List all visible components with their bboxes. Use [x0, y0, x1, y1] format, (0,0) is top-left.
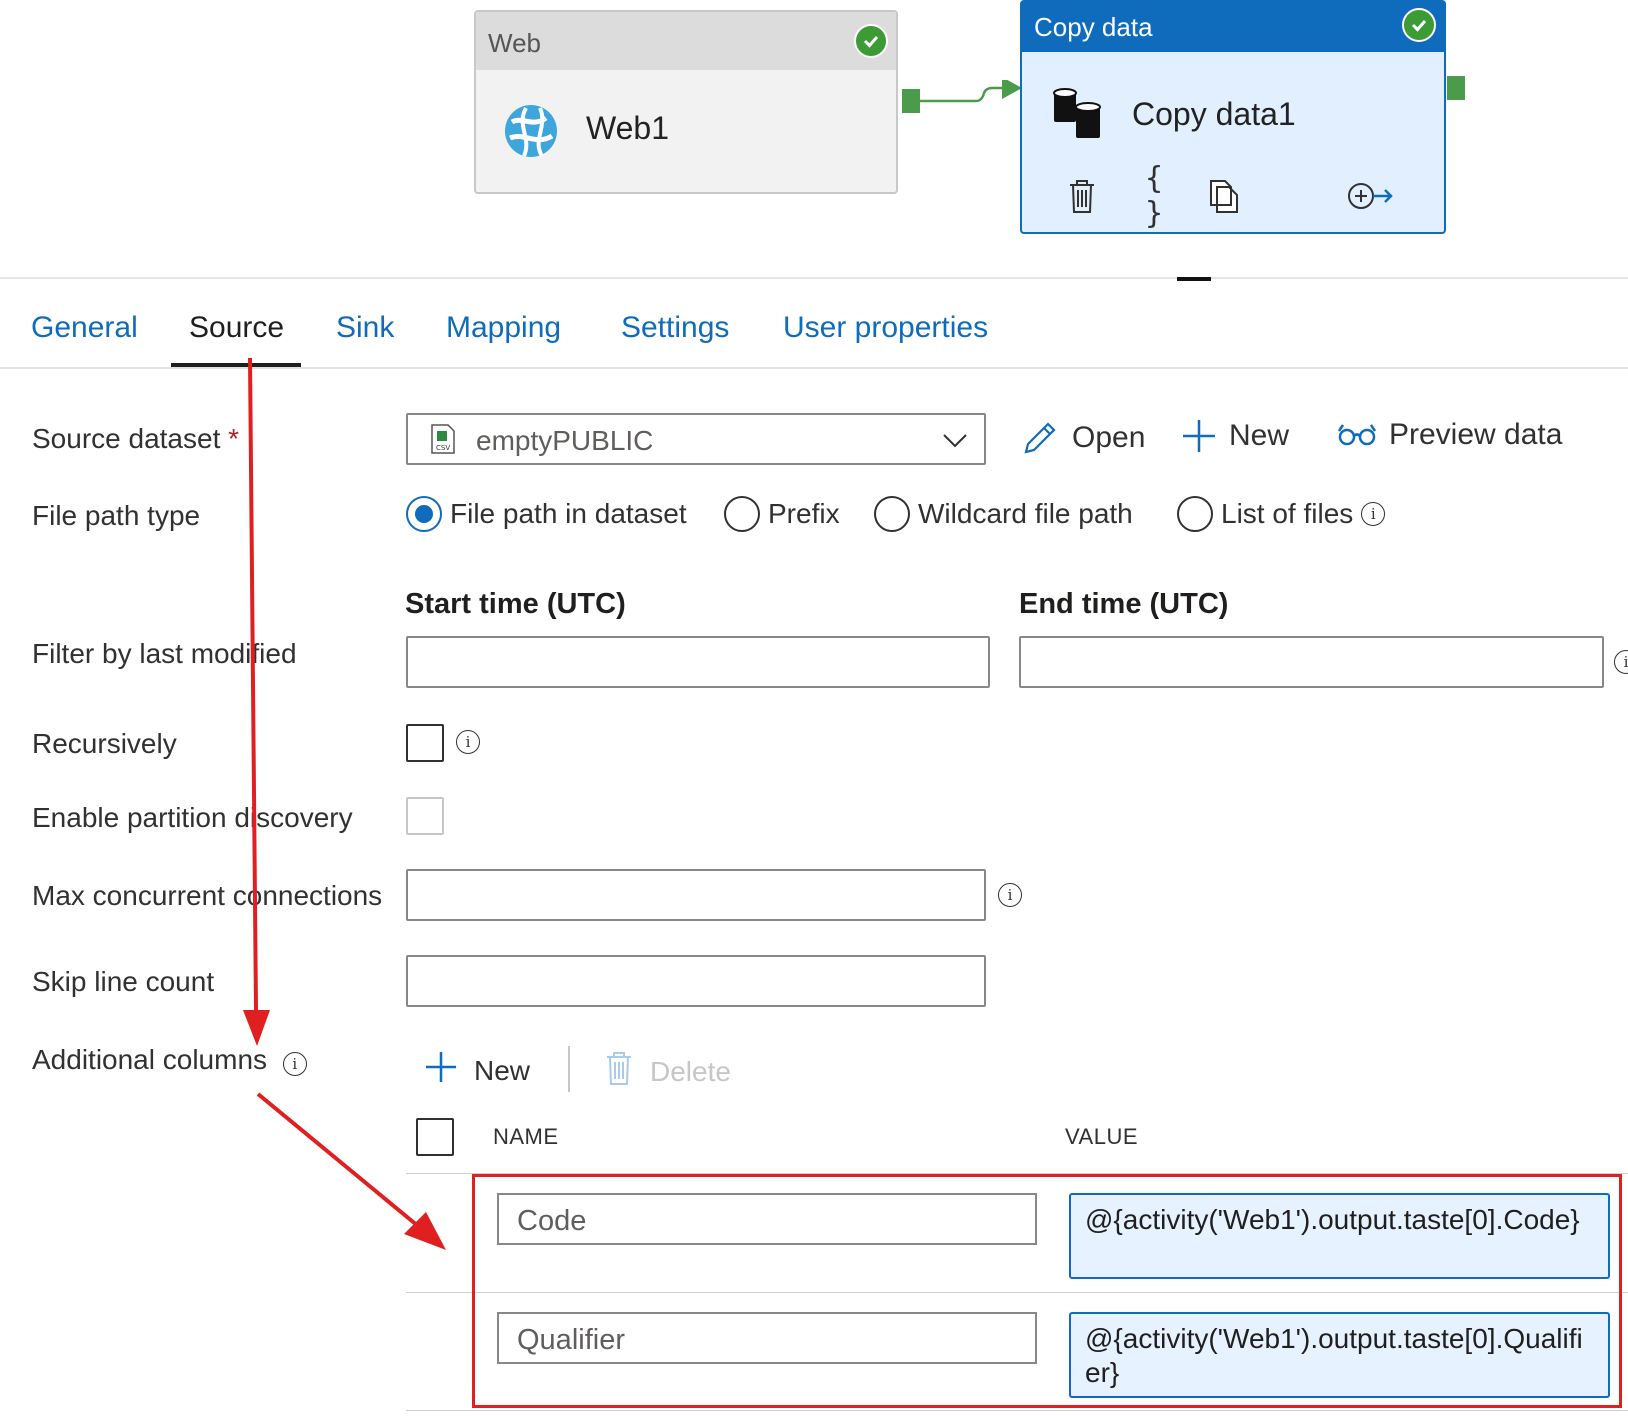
tab-source[interactable]: Source	[189, 311, 284, 345]
skip-line-count-input[interactable]	[406, 955, 986, 1007]
success-check-icon	[1402, 8, 1436, 42]
copy-activity-type-label: Copy data	[1022, 2, 1444, 52]
radio-indicator	[724, 496, 760, 532]
web-activity-node[interactable]: Web Web1	[474, 10, 898, 194]
toolbar-separator	[568, 1046, 570, 1092]
info-icon[interactable]: i	[1614, 650, 1628, 674]
tab-settings[interactable]: Settings	[621, 311, 729, 345]
start-time-input[interactable]	[406, 636, 990, 688]
file-path-type-label: File path type	[32, 500, 201, 531]
glasses-icon	[1337, 421, 1377, 449]
database-icon	[1052, 88, 1106, 147]
info-icon[interactable]: i	[456, 730, 480, 754]
trash-icon	[604, 1050, 634, 1093]
recursively-label: Recursively	[32, 728, 177, 759]
active-tab-indicator	[171, 363, 301, 367]
csv-file-icon: CSV	[430, 423, 456, 460]
skip-line-count-label: Skip line count	[32, 966, 215, 997]
web-activity-type-label: Web	[476, 12, 896, 70]
clone-activity-icon[interactable]	[1202, 174, 1246, 218]
radio-prefix[interactable]: Prefix	[724, 496, 840, 532]
delete-activity-icon[interactable]	[1060, 174, 1104, 218]
source-dataset-dropdown[interactable]: CSV emptyPUBLIC	[406, 413, 986, 465]
partition-discovery-checkbox[interactable]	[406, 797, 444, 835]
plus-icon	[1181, 418, 1217, 454]
radio-list-of-files[interactable]: List of files i	[1177, 496, 1386, 532]
success-check-icon	[854, 24, 888, 58]
filter-last-modified-label: Filter by last modified	[32, 638, 297, 669]
name-column-header: NAME	[493, 1124, 559, 1149]
partition-discovery-label: Enable partition discovery	[32, 802, 353, 833]
radio-selected-indicator	[406, 496, 442, 532]
source-dataset-label: Source dataset *	[32, 423, 240, 454]
annotation-highlight-box	[472, 1174, 1622, 1408]
end-time-label: End time (UTC)	[1019, 588, 1229, 620]
add-output-icon[interactable]	[1346, 174, 1396, 218]
copy-activity-node[interactable]: Copy data Copy data1 { }	[1020, 0, 1446, 234]
web-globe-icon	[502, 102, 560, 165]
svg-text:CSV: CSV	[436, 444, 450, 452]
plus-icon	[424, 1050, 458, 1091]
panel-divider	[0, 277, 1628, 279]
open-dataset-button[interactable]: Open	[1020, 418, 1145, 458]
radio-file-path-in-dataset[interactable]: File path in dataset	[406, 496, 687, 532]
value-column-header: VALUE	[1065, 1124, 1139, 1149]
row-divider	[406, 1410, 1628, 1411]
source-dataset-value: emptyPUBLIC	[476, 425, 654, 456]
recursively-checkbox[interactable]	[406, 724, 444, 762]
info-icon[interactable]: i	[282, 1052, 307, 1076]
radio-indicator	[1177, 496, 1213, 532]
tab-general[interactable]: General	[31, 311, 138, 345]
preview-data-button[interactable]: Preview data	[1337, 418, 1562, 452]
end-time-input[interactable]	[1019, 636, 1604, 688]
info-icon[interactable]: i	[1361, 502, 1386, 526]
add-column-button[interactable]: New	[424, 1050, 530, 1091]
tab-sink[interactable]: Sink	[336, 311, 394, 345]
radio-wildcard-file-path[interactable]: Wildcard file path	[874, 496, 1133, 532]
max-connections-input[interactable]	[406, 869, 986, 921]
tab-user-properties[interactable]: User properties	[783, 311, 988, 345]
additional-columns-label: Additional columns i	[32, 1044, 307, 1076]
start-time-label: Start time (UTC)	[405, 588, 626, 620]
activity-connector-arrow	[920, 80, 1022, 103]
new-dataset-button[interactable]: New	[1181, 418, 1289, 454]
copy-output-port[interactable]	[1447, 76, 1465, 100]
web-activity-name: Web1	[586, 110, 670, 146]
radio-indicator	[874, 496, 910, 532]
code-braces-icon[interactable]: { }	[1132, 161, 1176, 231]
panel-resize-handle[interactable]	[1177, 277, 1211, 281]
max-connections-label: Max concurrent connections	[32, 880, 383, 911]
copy-activity-name: Copy data1	[1132, 96, 1296, 132]
tab-mapping[interactable]: Mapping	[446, 311, 561, 345]
pencil-icon	[1020, 418, 1060, 458]
delete-column-button[interactable]: Delete	[604, 1050, 731, 1093]
select-all-checkbox[interactable]	[416, 1118, 454, 1156]
info-icon[interactable]: i	[998, 883, 1022, 907]
chevron-down-icon	[940, 425, 970, 460]
properties-tab-bar: General Source Sink Mapping Settings Use…	[0, 305, 1628, 369]
